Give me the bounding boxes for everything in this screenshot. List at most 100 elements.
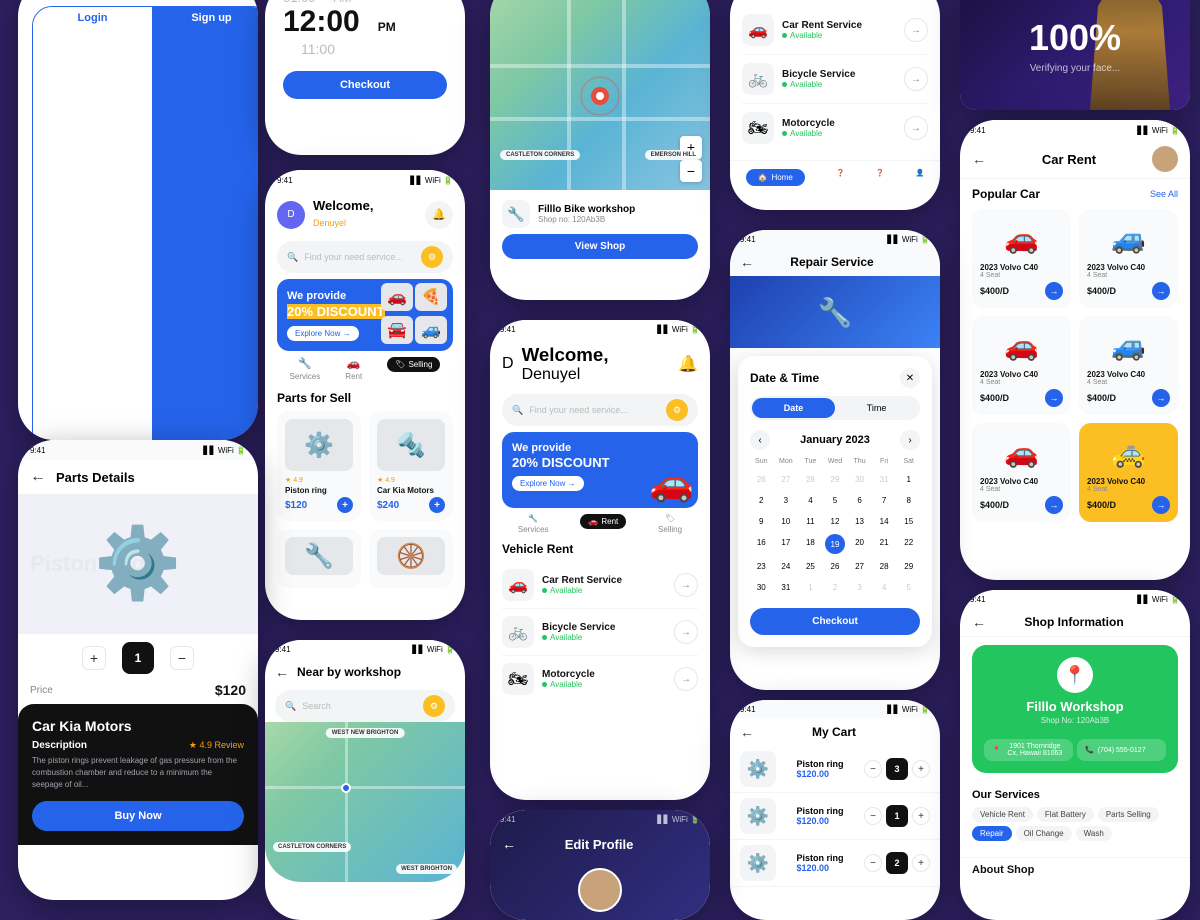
login-tab[interactable]: Login — [33, 7, 152, 440]
car-arrow-3[interactable]: → — [1045, 389, 1063, 407]
nav-item-3-5[interactable]: ❓ — [876, 169, 885, 186]
tab-rent-3[interactable]: 🚗 Rent — [345, 357, 362, 381]
cal-day-10[interactable]: 10 — [775, 513, 798, 530]
checkout-button[interactable]: Checkout — [283, 71, 447, 99]
nav-item-2-5[interactable]: ❓ — [836, 169, 845, 186]
cal-prev-button[interactable]: ‹ — [750, 430, 770, 450]
car-arrow-2[interactable]: → — [1152, 282, 1170, 300]
search-bar-11[interactable]: 🔍 Search ⚙ — [275, 690, 455, 722]
qty-plus-button[interactable]: + — [82, 646, 106, 670]
back-button-12[interactable]: ← — [740, 724, 754, 740]
cart-minus-3[interactable]: − — [864, 854, 882, 872]
back-button-7[interactable]: ← — [972, 151, 986, 167]
part-add-2[interactable]: + — [429, 497, 445, 513]
chip-flat-battery[interactable]: Flat Battery — [1037, 807, 1094, 822]
cal-day-3[interactable]: 3 — [775, 492, 798, 509]
cal-day-31-prev[interactable]: 31 — [873, 471, 896, 488]
buy-now-button[interactable]: Buy Now — [32, 801, 244, 831]
back-button-8[interactable]: ← — [740, 254, 754, 270]
cart-minus-2[interactable]: − — [864, 807, 882, 825]
cal-day-25[interactable]: 25 — [799, 558, 822, 575]
search-bar-9[interactable]: 🔍 Find your need service... ⚙ — [502, 394, 698, 426]
svc-arrow-car[interactable]: → — [904, 18, 928, 42]
cal-day-12[interactable]: 12 — [824, 513, 847, 530]
cal-day-4-next[interactable]: 4 — [873, 579, 896, 596]
cal-day-4[interactable]: 4 — [799, 492, 822, 509]
notification-bell-3[interactable]: 🔔 — [425, 201, 453, 229]
cal-day-1[interactable]: 1 — [897, 471, 920, 488]
chip-vehicle-rent[interactable]: Vehicle Rent — [972, 807, 1033, 822]
cal-day-15[interactable]: 15 — [897, 513, 920, 530]
cal-day-16[interactable]: 16 — [750, 534, 773, 554]
back-button-11[interactable]: ← — [275, 664, 289, 680]
cal-day-26[interactable]: 26 — [824, 558, 847, 575]
cal-day-3-next[interactable]: 3 — [848, 579, 871, 596]
chip-wash[interactable]: Wash — [1076, 826, 1112, 841]
svc-arrow-moto[interactable]: → — [904, 116, 928, 140]
back-button-14[interactable]: ← — [972, 614, 986, 630]
cal-day-23[interactable]: 23 — [750, 558, 773, 575]
cal-day-2[interactable]: 2 — [750, 492, 773, 509]
cal-day-21[interactable]: 21 — [873, 534, 896, 554]
cal-day-1-next[interactable]: 1 — [799, 579, 822, 596]
cal-day-30-prev[interactable]: 30 — [848, 471, 871, 488]
tab-rent-9[interactable]: 🚗Rent — [580, 514, 626, 534]
notification-bell-9[interactable]: 🔔 — [678, 354, 698, 374]
cal-day-8[interactable]: 8 — [897, 492, 920, 509]
chip-repair[interactable]: Repair — [972, 826, 1012, 841]
cal-day-29[interactable]: 29 — [897, 558, 920, 575]
filter-icon-9[interactable]: ⚙ — [666, 399, 688, 421]
cal-day-22[interactable]: 22 — [897, 534, 920, 554]
cal-day-28[interactable]: 28 — [873, 558, 896, 575]
cal-day-14[interactable]: 14 — [873, 513, 896, 530]
cal-day-5[interactable]: 5 — [824, 492, 847, 509]
cart-minus-1[interactable]: − — [864, 760, 882, 778]
chip-oil-change[interactable]: Oil Change — [1016, 826, 1072, 841]
zoom-out-button[interactable]: − — [680, 160, 702, 182]
cal-day-13[interactable]: 13 — [848, 513, 871, 530]
cal-next-button[interactable]: › — [900, 430, 920, 450]
cal-day-17[interactable]: 17 — [775, 534, 798, 554]
modal-close-button[interactable]: ✕ — [900, 368, 920, 388]
tab-services-3[interactable]: 🔧 Services — [290, 357, 321, 381]
filter-icon-11[interactable]: ⚙ — [423, 695, 445, 717]
cart-plus-1[interactable]: + — [912, 760, 930, 778]
cal-day-29-prev[interactable]: 29 — [824, 471, 847, 488]
cal-day-24[interactable]: 24 — [775, 558, 798, 575]
cal-day-27[interactable]: 27 — [848, 558, 871, 575]
back-button-10[interactable]: ← — [30, 468, 46, 486]
view-shop-button[interactable]: View Shop — [502, 234, 698, 259]
filter-icon-3[interactable]: ⚙ — [421, 246, 443, 268]
car-arrow-1[interactable]: → — [1045, 282, 1063, 300]
svc-arrow-bicycle-9[interactable]: → — [674, 620, 698, 644]
nav-home-5[interactable]: 🏠 Home — [746, 169, 805, 186]
svc-arrow-car-9[interactable]: → — [674, 573, 698, 597]
cart-plus-3[interactable]: + — [912, 854, 930, 872]
cal-day-26-prev[interactable]: 26 — [750, 471, 773, 488]
cal-day-7[interactable]: 7 — [873, 492, 896, 509]
cal-day-11[interactable]: 11 — [799, 513, 822, 530]
cal-day-30[interactable]: 30 — [750, 579, 773, 596]
cart-plus-2[interactable]: + — [912, 807, 930, 825]
see-all-button[interactable]: See All — [1150, 189, 1178, 199]
cal-day-19-today[interactable]: 19 — [825, 534, 845, 554]
tab-services-9[interactable]: 🔧Services — [518, 514, 549, 534]
car-arrow-5[interactable]: → — [1045, 496, 1063, 514]
svc-arrow-moto-9[interactable]: → — [674, 667, 698, 691]
date-tab[interactable]: Date — [752, 398, 835, 418]
cal-day-31[interactable]: 31 — [775, 579, 798, 596]
cal-day-28-prev[interactable]: 28 — [799, 471, 822, 488]
shop-phone[interactable]: 📞 (704) 555-0127 — [1077, 739, 1166, 761]
cal-day-2-next[interactable]: 2 — [824, 579, 847, 596]
svc-arrow-bicycle[interactable]: → — [904, 67, 928, 91]
back-button-13[interactable]: ← — [502, 836, 516, 852]
signup-tab[interactable]: Sign up — [152, 7, 258, 440]
search-bar-3[interactable]: 🔍 Find your need service... ⚙ — [277, 241, 453, 273]
cal-day-6[interactable]: 6 — [848, 492, 871, 509]
explore-button-3[interactable]: Explore Now → — [287, 326, 359, 341]
car-arrow-6[interactable]: → — [1152, 496, 1170, 514]
part-add-1[interactable]: + — [337, 497, 353, 513]
tab-selling-3[interactable]: 🏷 Selling — [387, 357, 440, 381]
qty-minus-button[interactable]: − — [170, 646, 194, 670]
chip-parts-selling[interactable]: Parts Selling — [1098, 807, 1159, 822]
